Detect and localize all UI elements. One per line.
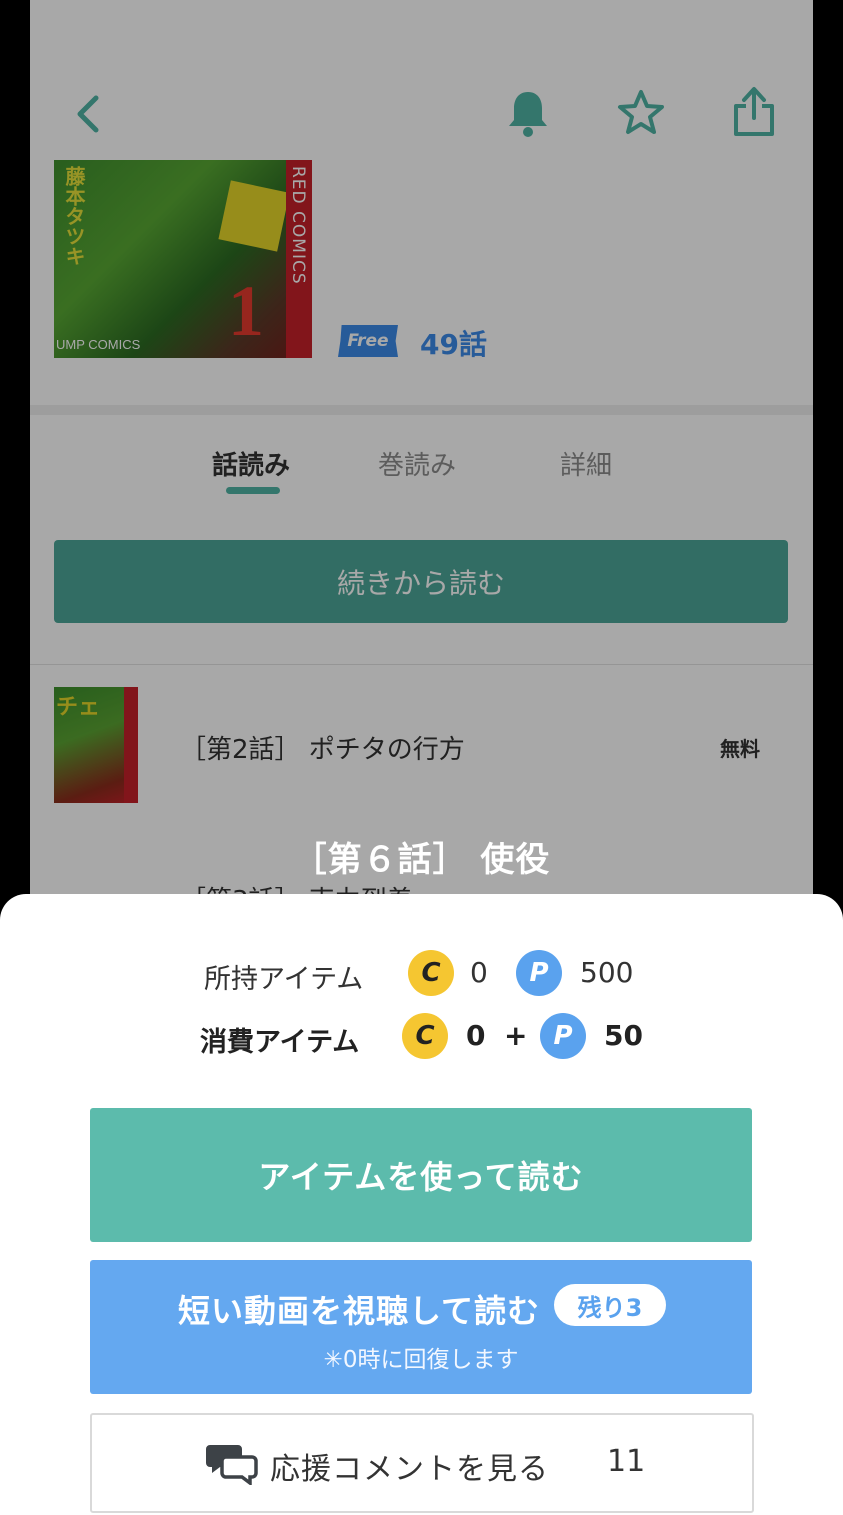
watch-video-read-button[interactable]: 短い動画を視聴して読む 残り3 ✳0時に回復します: [90, 1260, 752, 1394]
purchase-sheet: 所持アイテム C 0 P 500 消費アイテム C 0 + P 50 アイテムを…: [0, 894, 843, 1515]
owned-items-row: 所持アイテム C 0 P 500: [0, 948, 843, 998]
cost-coin-p-value: 50: [604, 1019, 643, 1052]
plus-sign: +: [504, 1019, 528, 1052]
view-comments-button[interactable]: 応援コメントを見る 11: [90, 1413, 754, 1513]
owned-items-label: 所持アイテム: [204, 964, 364, 995]
modal-episode-title: ［第６話］ 使役: [292, 840, 551, 880]
cost-coin-c-value: 0: [466, 1019, 486, 1052]
coin-p-icon: P: [516, 950, 562, 996]
cost-items-row: 消費アイテム C 0 + P 50: [0, 1011, 843, 1061]
coin-c-icon: C: [408, 950, 454, 996]
owned-coin-p-value: 500: [580, 956, 634, 989]
comments-icon: [206, 1445, 258, 1485]
cost-items-label: 消費アイテム: [200, 1027, 360, 1058]
coin-p-icon: P: [540, 1013, 586, 1059]
coin-c-icon: C: [402, 1013, 448, 1059]
watch-video-label: 短い動画を視聴して読む: [178, 1292, 541, 1330]
video-reset-note: ✳0時に回復します: [323, 1347, 519, 1373]
use-item-read-button[interactable]: アイテムを使って読む: [90, 1108, 752, 1242]
view-comments-label: 応援コメントを見る: [270, 1452, 549, 1487]
owned-coin-c-value: 0: [470, 956, 488, 989]
comment-count: 11: [607, 1444, 646, 1479]
remaining-count-badge: 残り3: [554, 1284, 666, 1326]
